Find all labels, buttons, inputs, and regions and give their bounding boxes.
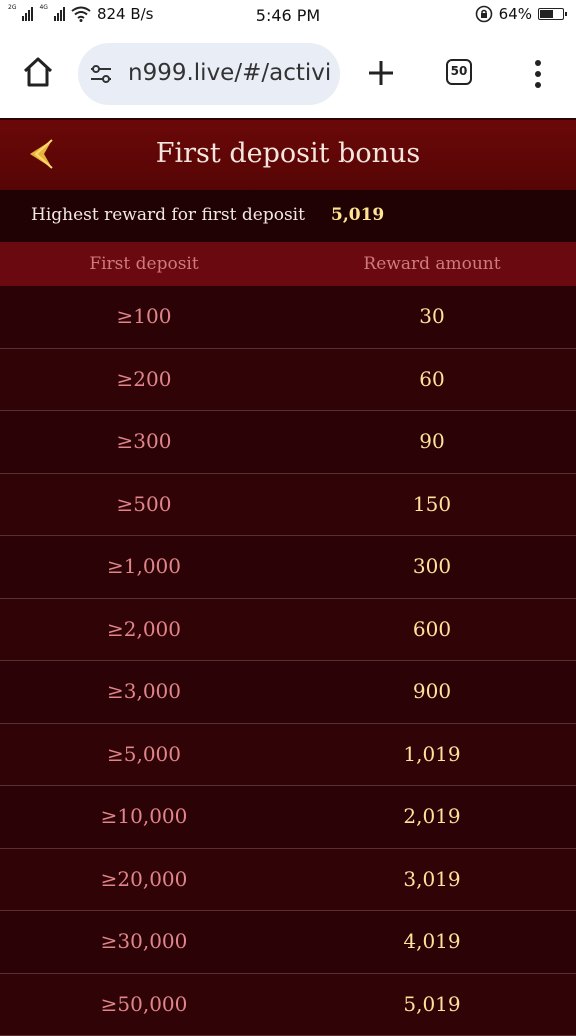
reward-cell: 30 — [288, 304, 576, 328]
table-row: ≥10,0002,019 — [0, 786, 576, 849]
reward-cell: 900 — [288, 679, 576, 703]
reward-cell: 90 — [288, 429, 576, 453]
reward-cell: 600 — [288, 617, 576, 641]
reward-cell: 2,019 — [288, 804, 576, 828]
table-header: First deposit Reward amount — [0, 242, 576, 286]
reward-cell: 1,019 — [288, 742, 576, 766]
table-row: ≥500150 — [0, 474, 576, 537]
deposit-cell: ≥2,000 — [0, 617, 288, 641]
deposit-cell: ≥100 — [0, 304, 288, 328]
deposit-cell: ≥3,000 — [0, 679, 288, 703]
url-text: n999.live/#/activi — [128, 60, 331, 86]
reward-cell: 150 — [288, 492, 576, 516]
home-icon[interactable] — [20, 54, 56, 90]
status-bar: 2G 4G 824 B/s 5:46 PM 64% — [0, 0, 576, 30]
deposit-cell: ≥10,000 — [0, 804, 288, 828]
highest-reward-banner: Highest reward for first deposit 5,019 — [0, 190, 576, 242]
highest-reward-value: 5,019 — [331, 205, 384, 225]
app-header: First deposit bonus — [0, 120, 576, 190]
deposit-cell: ≥1,000 — [0, 554, 288, 578]
reward-cell: 4,019 — [288, 929, 576, 953]
new-tab-icon[interactable] — [366, 58, 396, 88]
deposit-cell: ≥50,000 — [0, 992, 288, 1016]
table-row: ≥1,000300 — [0, 536, 576, 599]
column-header-deposit: First deposit — [0, 254, 288, 274]
column-header-reward: Reward amount — [288, 254, 576, 274]
more-vert-icon[interactable] — [532, 58, 544, 90]
deposit-cell: ≥200 — [0, 367, 288, 391]
deposit-cell: ≥20,000 — [0, 867, 288, 891]
browser-toolbar: n999.live/#/activi 50 — [0, 30, 576, 118]
table-row: ≥20,0003,019 — [0, 849, 576, 912]
site-settings-icon[interactable] — [88, 62, 114, 86]
reward-cell: 300 — [288, 554, 576, 578]
page-title: First deposit bonus — [0, 138, 576, 169]
reward-cell: 5,019 — [288, 992, 576, 1016]
reward-cell: 3,019 — [288, 867, 576, 891]
bonus-table: ≥10030 ≥20060 ≥30090 ≥500150 ≥1,000300 ≥… — [0, 286, 576, 1036]
deposit-cell: ≥5,000 — [0, 742, 288, 766]
table-row: ≥50,0005,019 — [0, 974, 576, 1036]
deposit-cell: ≥500 — [0, 492, 288, 516]
tab-switcher-button[interactable]: 50 — [446, 59, 472, 85]
reward-cell: 60 — [288, 367, 576, 391]
table-row: ≥20060 — [0, 349, 576, 412]
battery-icon — [538, 8, 564, 20]
table-row: ≥5,0001,019 — [0, 724, 576, 787]
highest-reward-label: Highest reward for first deposit — [31, 205, 305, 225]
rotation-lock-icon — [475, 5, 493, 23]
address-bar[interactable]: n999.live/#/activi — [78, 43, 340, 105]
status-right: 64% — [475, 5, 564, 23]
battery-percent: 64% — [499, 5, 532, 23]
deposit-cell: ≥30,000 — [0, 929, 288, 953]
table-row: ≥10030 — [0, 286, 576, 349]
table-row: ≥30,0004,019 — [0, 911, 576, 974]
deposit-cell: ≥300 — [0, 429, 288, 453]
table-row: ≥2,000600 — [0, 599, 576, 662]
battery-fill — [540, 10, 553, 18]
table-row: ≥30090 — [0, 411, 576, 474]
table-row: ≥3,000900 — [0, 661, 576, 724]
